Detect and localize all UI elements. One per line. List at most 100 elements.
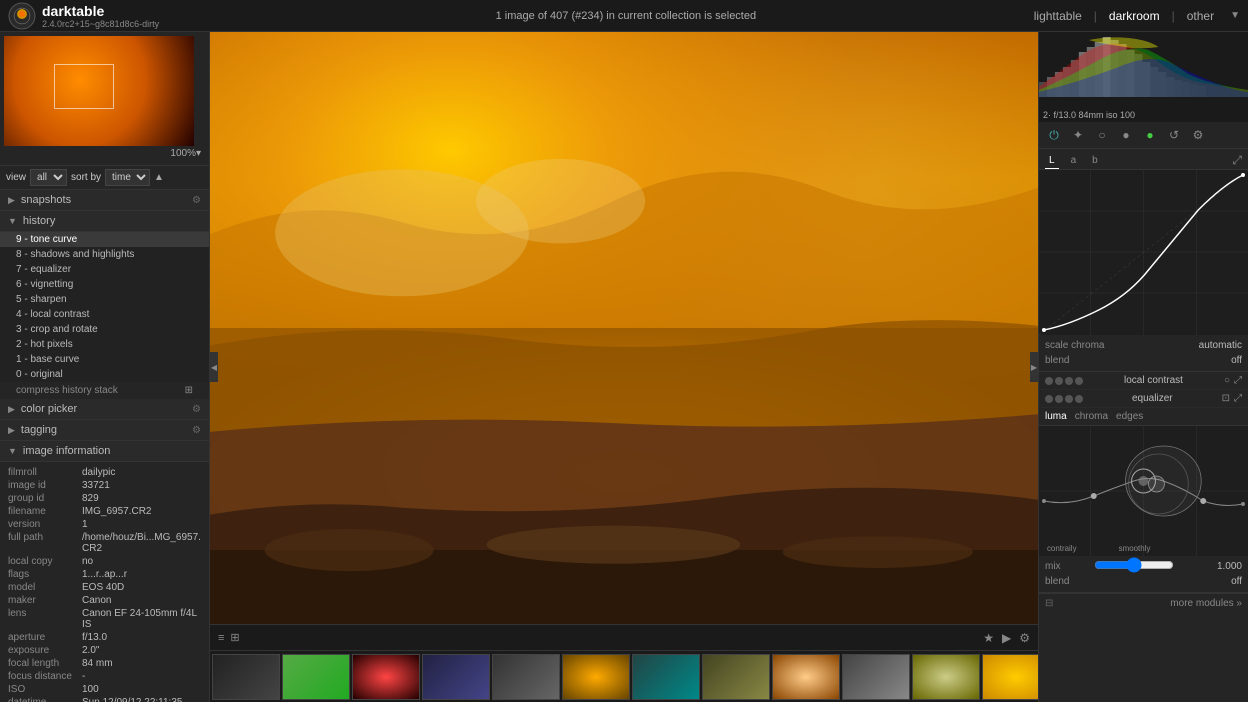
more-modules-btn[interactable]: more modules » <box>1057 598 1242 609</box>
star-icon[interactable]: ★ <box>983 631 994 645</box>
center-panel: ≡ ⊞ ★ ▶ ⚙ <box>210 32 1038 702</box>
filmstrip-thumb-7[interactable] <box>632 654 700 700</box>
filmstrip-toggle-icon[interactable]: ≡ <box>218 632 224 644</box>
filmstrip-thumb-9[interactable] <box>772 654 840 700</box>
right-panel-toggle-icon: ▶ <box>1031 363 1037 372</box>
power-icon[interactable]: ⏻ <box>1045 126 1063 144</box>
play-icon[interactable]: ▶ <box>1002 631 1011 645</box>
color-picker-header[interactable]: ▶ color picker ⚙ <box>0 399 209 420</box>
nav-other[interactable]: other <box>1187 9 1214 23</box>
history-item-6[interactable]: 6 - vignetting <box>0 277 209 292</box>
history-item-9[interactable]: 9 - tone curve <box>0 232 209 247</box>
collapse-modules-icon[interactable]: ⊟ <box>1045 598 1053 609</box>
filmstrip-thumb-1[interactable] <box>212 654 280 700</box>
green-circle-icon[interactable]: ● <box>1141 126 1159 144</box>
eq-tab-luma[interactable]: luma <box>1045 411 1067 422</box>
equalizer-icon[interactable]: ⊡ <box>1222 393 1230 404</box>
filmstrip-thumb-3[interactable] <box>352 654 420 700</box>
main-image[interactable] <box>210 32 1038 624</box>
eq-blend-value[interactable]: off <box>1231 576 1242 587</box>
snapshots-gear-icon[interactable]: ⚙ <box>192 195 201 206</box>
equalizer-dots <box>1045 395 1083 403</box>
tab-b[interactable]: b <box>1088 153 1102 169</box>
history-item-1[interactable]: 1 - base curve <box>0 352 209 367</box>
filmstrip-thumb-10[interactable] <box>842 654 910 700</box>
history-item-3[interactable]: 3 - crop and rotate <box>0 322 209 337</box>
right-panel-toggle[interactable]: ▶ <box>1030 352 1038 382</box>
settings-icon[interactable]: ⚙ <box>1019 631 1030 645</box>
circle-icon[interactable]: ○ <box>1093 126 1111 144</box>
left-panel-toggle-icon: ◀ <box>211 363 217 372</box>
scale-value[interactable]: automatic <box>1199 340 1242 351</box>
nav-darkroom[interactable]: darkroom <box>1109 9 1160 23</box>
preview-thumbnail[interactable] <box>4 36 194 146</box>
history-header[interactable]: ▼ history <box>0 211 209 232</box>
local-contrast-circle-icon[interactable]: ○ <box>1224 375 1230 386</box>
svg-text:smoothly: smoothly <box>1119 544 1151 553</box>
info-row-flags: flags 1...r..ap...r <box>8 568 201 581</box>
view-dropdown-arrow[interactable]: ▼ <box>1230 10 1240 21</box>
blend-value[interactable]: off <box>1231 355 1242 366</box>
history-item-8[interactable]: 8 - shadows and highlights <box>0 247 209 262</box>
filmstrip-thumb-2[interactable] <box>282 654 350 700</box>
dot2 <box>1055 377 1063 385</box>
history-item-0[interactable]: 0 - original <box>0 367 209 382</box>
histogram-info: 2· f/13.0 84mm iso 100 <box>1043 110 1135 120</box>
refresh-icon[interactable]: ↺ <box>1165 126 1183 144</box>
view-select[interactable]: all <box>30 169 67 186</box>
grid-icon[interactable]: ⊞ <box>230 631 239 644</box>
blend-row: blend off <box>1045 353 1242 368</box>
eq-tab-chroma[interactable]: chroma <box>1075 411 1108 422</box>
filmstrip-thumb-8[interactable] <box>702 654 770 700</box>
local-contrast-name: local contrast <box>1087 375 1220 386</box>
tone-curve-canvas[interactable] <box>1039 170 1248 335</box>
circle-filled-icon[interactable]: ● <box>1117 126 1135 144</box>
compress-history-btn[interactable]: compress history stack ⊞ <box>0 382 209 399</box>
image-info-header[interactable]: ▼ image information <box>0 441 209 462</box>
color-picker-gear-icon[interactable]: ⚙ <box>192 404 201 415</box>
logo-area: darktable 2.4.0rc2+15~g8c81d8c6-dirty <box>8 2 218 30</box>
history-item-2[interactable]: 2 - hot pixels <box>0 337 209 352</box>
tagging-gear-icon[interactable]: ⚙ <box>192 425 201 436</box>
history-item-4[interactable]: 4 - local contrast <box>0 307 209 322</box>
tagging-header[interactable]: ▶ tagging ⚙ <box>0 420 209 441</box>
info-row-focal: focal length 84 mm <box>8 657 201 670</box>
history-item-7[interactable]: 7 - equalizer <box>0 262 209 277</box>
iso-label: ISO <box>8 684 78 695</box>
exposure-value: 2.0" <box>82 645 99 656</box>
filmstrip-thumb-12[interactable] <box>982 654 1038 700</box>
star-icon[interactable]: ✦ <box>1069 126 1087 144</box>
lens-label: lens <box>8 608 78 630</box>
sort-direction[interactable]: ▲ <box>154 172 164 183</box>
mix-value[interactable]: 1.000 <box>1207 561 1242 572</box>
more-modules-bar: ⊟ more modules » <box>1039 593 1248 613</box>
tab-L[interactable]: L <box>1045 153 1059 169</box>
info-row-localcopy: local copy no <box>8 555 201 568</box>
main-image-area[interactable] <box>210 32 1038 624</box>
filename-value: IMG_6957.CR2 <box>82 506 151 517</box>
history-item-5[interactable]: 5 - sharpen <box>0 292 209 307</box>
zoom-level[interactable]: 100%▾ <box>4 146 205 161</box>
local-contrast-expand-icon[interactable]: ⤢ <box>1234 375 1242 386</box>
mix-slider[interactable] <box>1094 561 1174 569</box>
datetime-value: Sun 12/09/12 22:11:35 <box>82 697 182 702</box>
left-panel-toggle[interactable]: ◀ <box>210 352 218 382</box>
equalizer-canvas[interactable]: contraily smoothly <box>1039 426 1248 556</box>
color-picker-arrow: ▶ <box>8 404 15 415</box>
equalizer-name: equalizer <box>1087 393 1218 404</box>
equalizer-expand-icon[interactable]: ⤢ <box>1234 393 1242 404</box>
tab-a[interactable]: a <box>1067 153 1081 169</box>
focal-label: focal length <box>8 658 78 669</box>
settings-right-icon[interactable]: ⚙ <box>1189 126 1207 144</box>
sort-select[interactable]: time <box>105 169 150 186</box>
tab-expand-icon[interactable]: ⤢ <box>1232 153 1242 169</box>
filmstrip-thumb-11[interactable] <box>912 654 980 700</box>
left-panel: 100%▾ view all sort by time ▲ ▶ snapshot… <box>0 32 210 702</box>
filmstrip-thumb-5[interactable] <box>492 654 560 700</box>
eq-tab-edges[interactable]: edges <box>1116 411 1143 422</box>
snapshots-header[interactable]: ▶ snapshots ⚙ <box>0 190 209 211</box>
nav-lighttable[interactable]: lighttable <box>1034 9 1082 23</box>
filmstrip-thumb-6[interactable] <box>562 654 630 700</box>
model-value: EOS 40D <box>82 582 124 593</box>
filmstrip-thumb-4[interactable] <box>422 654 490 700</box>
